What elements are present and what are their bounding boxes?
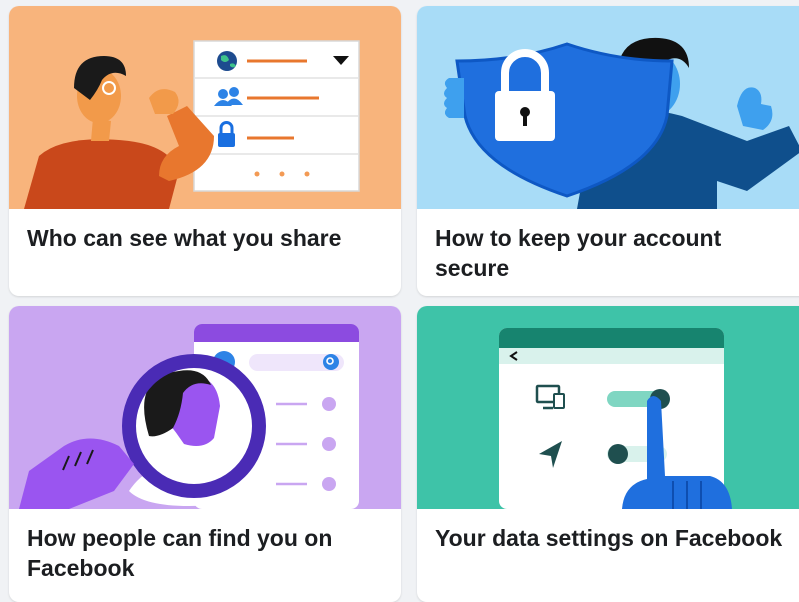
data-settings-illustration bbox=[417, 306, 799, 509]
privacy-topic-card-audience[interactable]: Who can see what you share bbox=[9, 6, 401, 296]
privacy-audience-illustration bbox=[9, 6, 401, 209]
card-title: Your data settings on Facebook bbox=[435, 525, 783, 551]
card-title: How to keep your account secure bbox=[435, 225, 722, 281]
security-shield-illustration bbox=[417, 6, 799, 209]
privacy-topic-card-data-settings[interactable]: Your data settings on Facebook bbox=[417, 306, 799, 602]
privacy-topic-card-find-you[interactable]: How people can find you on Facebook bbox=[9, 306, 401, 602]
magnifier-search-illustration bbox=[9, 306, 401, 509]
card-title: How people can find you on Facebook bbox=[27, 525, 333, 581]
privacy-topic-card-security[interactable]: How to keep your account secure bbox=[417, 6, 799, 296]
card-title: Who can see what you share bbox=[27, 225, 342, 251]
